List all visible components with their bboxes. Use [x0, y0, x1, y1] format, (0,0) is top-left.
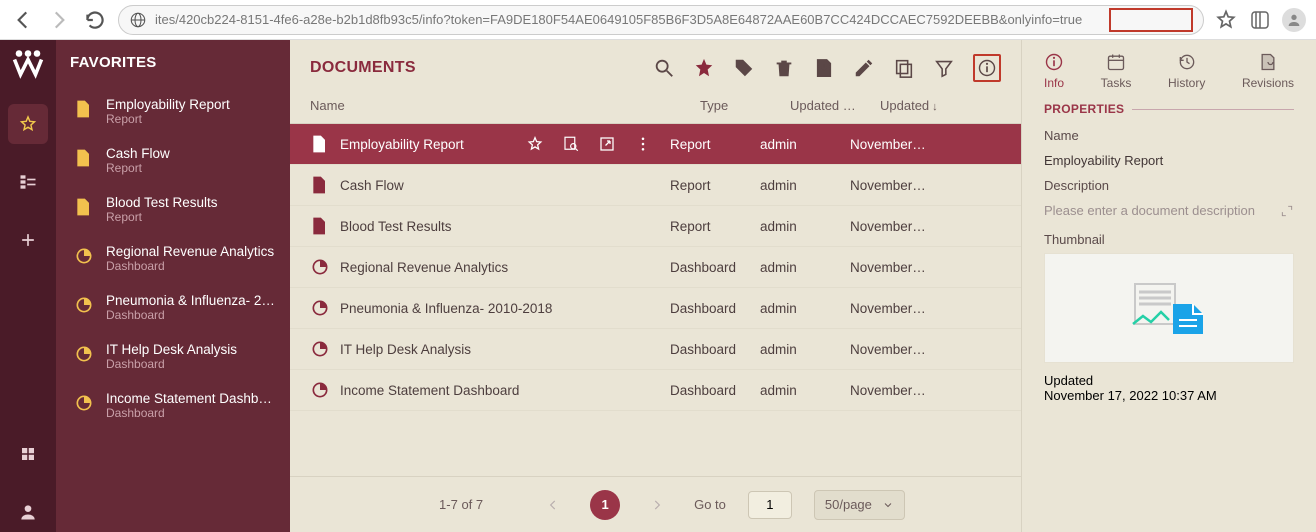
table-row[interactable]: IT Help Desk Analysis DashboardadminNovem… — [290, 329, 1021, 370]
column-header: Name Type Updated … Updated↓ — [290, 92, 1021, 124]
table-row[interactable]: Regional Revenue Analytics Dashboardadmin… — [290, 247, 1021, 288]
rows-container: Employability ReportReportadminNovember…… — [290, 124, 1021, 476]
row-name: Employability Report — [340, 137, 464, 152]
copy-button[interactable] — [893, 57, 915, 79]
pagination-footer: 1-7 of 7 1 Go to 50/page — [290, 476, 1021, 532]
row-updated-by: admin — [760, 301, 850, 316]
row-name: IT Help Desk Analysis — [340, 342, 471, 357]
row-updated-by: admin — [760, 219, 850, 234]
documents-panel: DOCUMENTS Name Type Updated … Updated↓ E… — [290, 40, 1021, 532]
row-name: Income Statement Dashboard — [340, 383, 519, 398]
row-type: Report — [670, 137, 760, 152]
delete-button[interactable] — [773, 57, 795, 79]
favorite-button[interactable] — [693, 57, 715, 79]
document-icon — [310, 175, 330, 195]
row-more-icon[interactable] — [634, 135, 652, 153]
row-type: Dashboard — [670, 260, 760, 275]
row-name: Blood Test Results — [340, 219, 452, 234]
row-updated: November… — [850, 383, 960, 398]
table-row[interactable]: Pneumonia & Influenza- 2010-2018 Dashboar… — [290, 288, 1021, 329]
filter-button[interactable] — [933, 57, 955, 79]
toolbar — [653, 54, 1001, 82]
page-number[interactable]: 1 — [590, 490, 620, 520]
tag-button[interactable] — [733, 57, 755, 79]
row-updated: November… — [850, 178, 960, 193]
col-type[interactable]: Type — [700, 98, 790, 113]
document-icon — [310, 216, 330, 236]
documents-title: DOCUMENTS — [310, 59, 653, 77]
globe-icon — [129, 11, 147, 29]
url-bar[interactable]: ites/420cb224-8151-4fe6-a28e-b2b1d8fb93c… — [118, 5, 1204, 35]
chevron-down-icon — [882, 499, 894, 511]
row-updated: November… — [850, 137, 960, 152]
row-updated: November… — [850, 219, 960, 234]
row-updated: November… — [850, 301, 960, 316]
row-name: Regional Revenue Analytics — [340, 260, 508, 275]
row-updated-by: admin — [760, 260, 850, 275]
page-size-select[interactable]: 50/page — [814, 490, 905, 520]
sort-desc-icon: ↓ — [932, 101, 938, 113]
info-button[interactable] — [973, 54, 1001, 82]
dashboard-icon — [310, 257, 330, 277]
search-button[interactable] — [653, 57, 675, 79]
table-row[interactable]: Blood Test Results ReportadminNovember… — [290, 206, 1021, 247]
document-icon — [310, 134, 330, 154]
row-type: Dashboard — [670, 342, 760, 357]
next-page-button[interactable] — [642, 490, 672, 520]
dashboard-icon — [310, 380, 330, 400]
row-updated-by: admin — [760, 383, 850, 398]
table-row[interactable]: Income Statement Dashboard Dashboardadmin… — [290, 370, 1021, 411]
row-star-icon[interactable] — [526, 135, 544, 153]
row-type: Report — [670, 219, 760, 234]
row-type: Dashboard — [670, 301, 760, 316]
row-open-icon[interactable] — [598, 135, 616, 153]
row-type: Dashboard — [670, 383, 760, 398]
row-name: Pneumonia & Influenza- 2010-2018 — [340, 301, 552, 316]
col-updated-by[interactable]: Updated … — [790, 98, 880, 113]
row-preview-icon[interactable] — [562, 135, 580, 153]
row-updated: November… — [850, 260, 960, 275]
row-updated-by: admin — [760, 178, 850, 193]
table-row[interactable]: Cash Flow ReportadminNovember… — [290, 165, 1021, 206]
prev-page-button[interactable] — [538, 490, 568, 520]
url-text: ites/420cb224-8151-4fe6-a28e-b2b1d8fb93c… — [155, 12, 1193, 27]
edit-button[interactable] — [853, 57, 875, 79]
download-button[interactable] — [813, 57, 835, 79]
goto-input[interactable] — [748, 491, 792, 519]
row-updated: November… — [850, 342, 960, 357]
table-row[interactable]: Employability Report ReportadminNovember… — [290, 124, 1021, 165]
dashboard-icon — [310, 339, 330, 359]
row-type: Report — [670, 178, 760, 193]
row-updated-by: admin — [760, 137, 850, 152]
col-updated[interactable]: Updated↓ — [880, 98, 990, 113]
row-updated-by: admin — [760, 342, 850, 357]
goto-label: Go to — [694, 497, 726, 512]
range-label: 1-7 of 7 — [406, 497, 516, 512]
browser-chrome: ites/420cb224-8151-4fe6-a28e-b2b1d8fb93c… — [0, 0, 1316, 40]
col-name[interactable]: Name — [310, 98, 700, 113]
rail-favorites[interactable] — [8, 104, 48, 144]
dashboard-icon — [310, 298, 330, 318]
row-name: Cash Flow — [340, 178, 404, 193]
